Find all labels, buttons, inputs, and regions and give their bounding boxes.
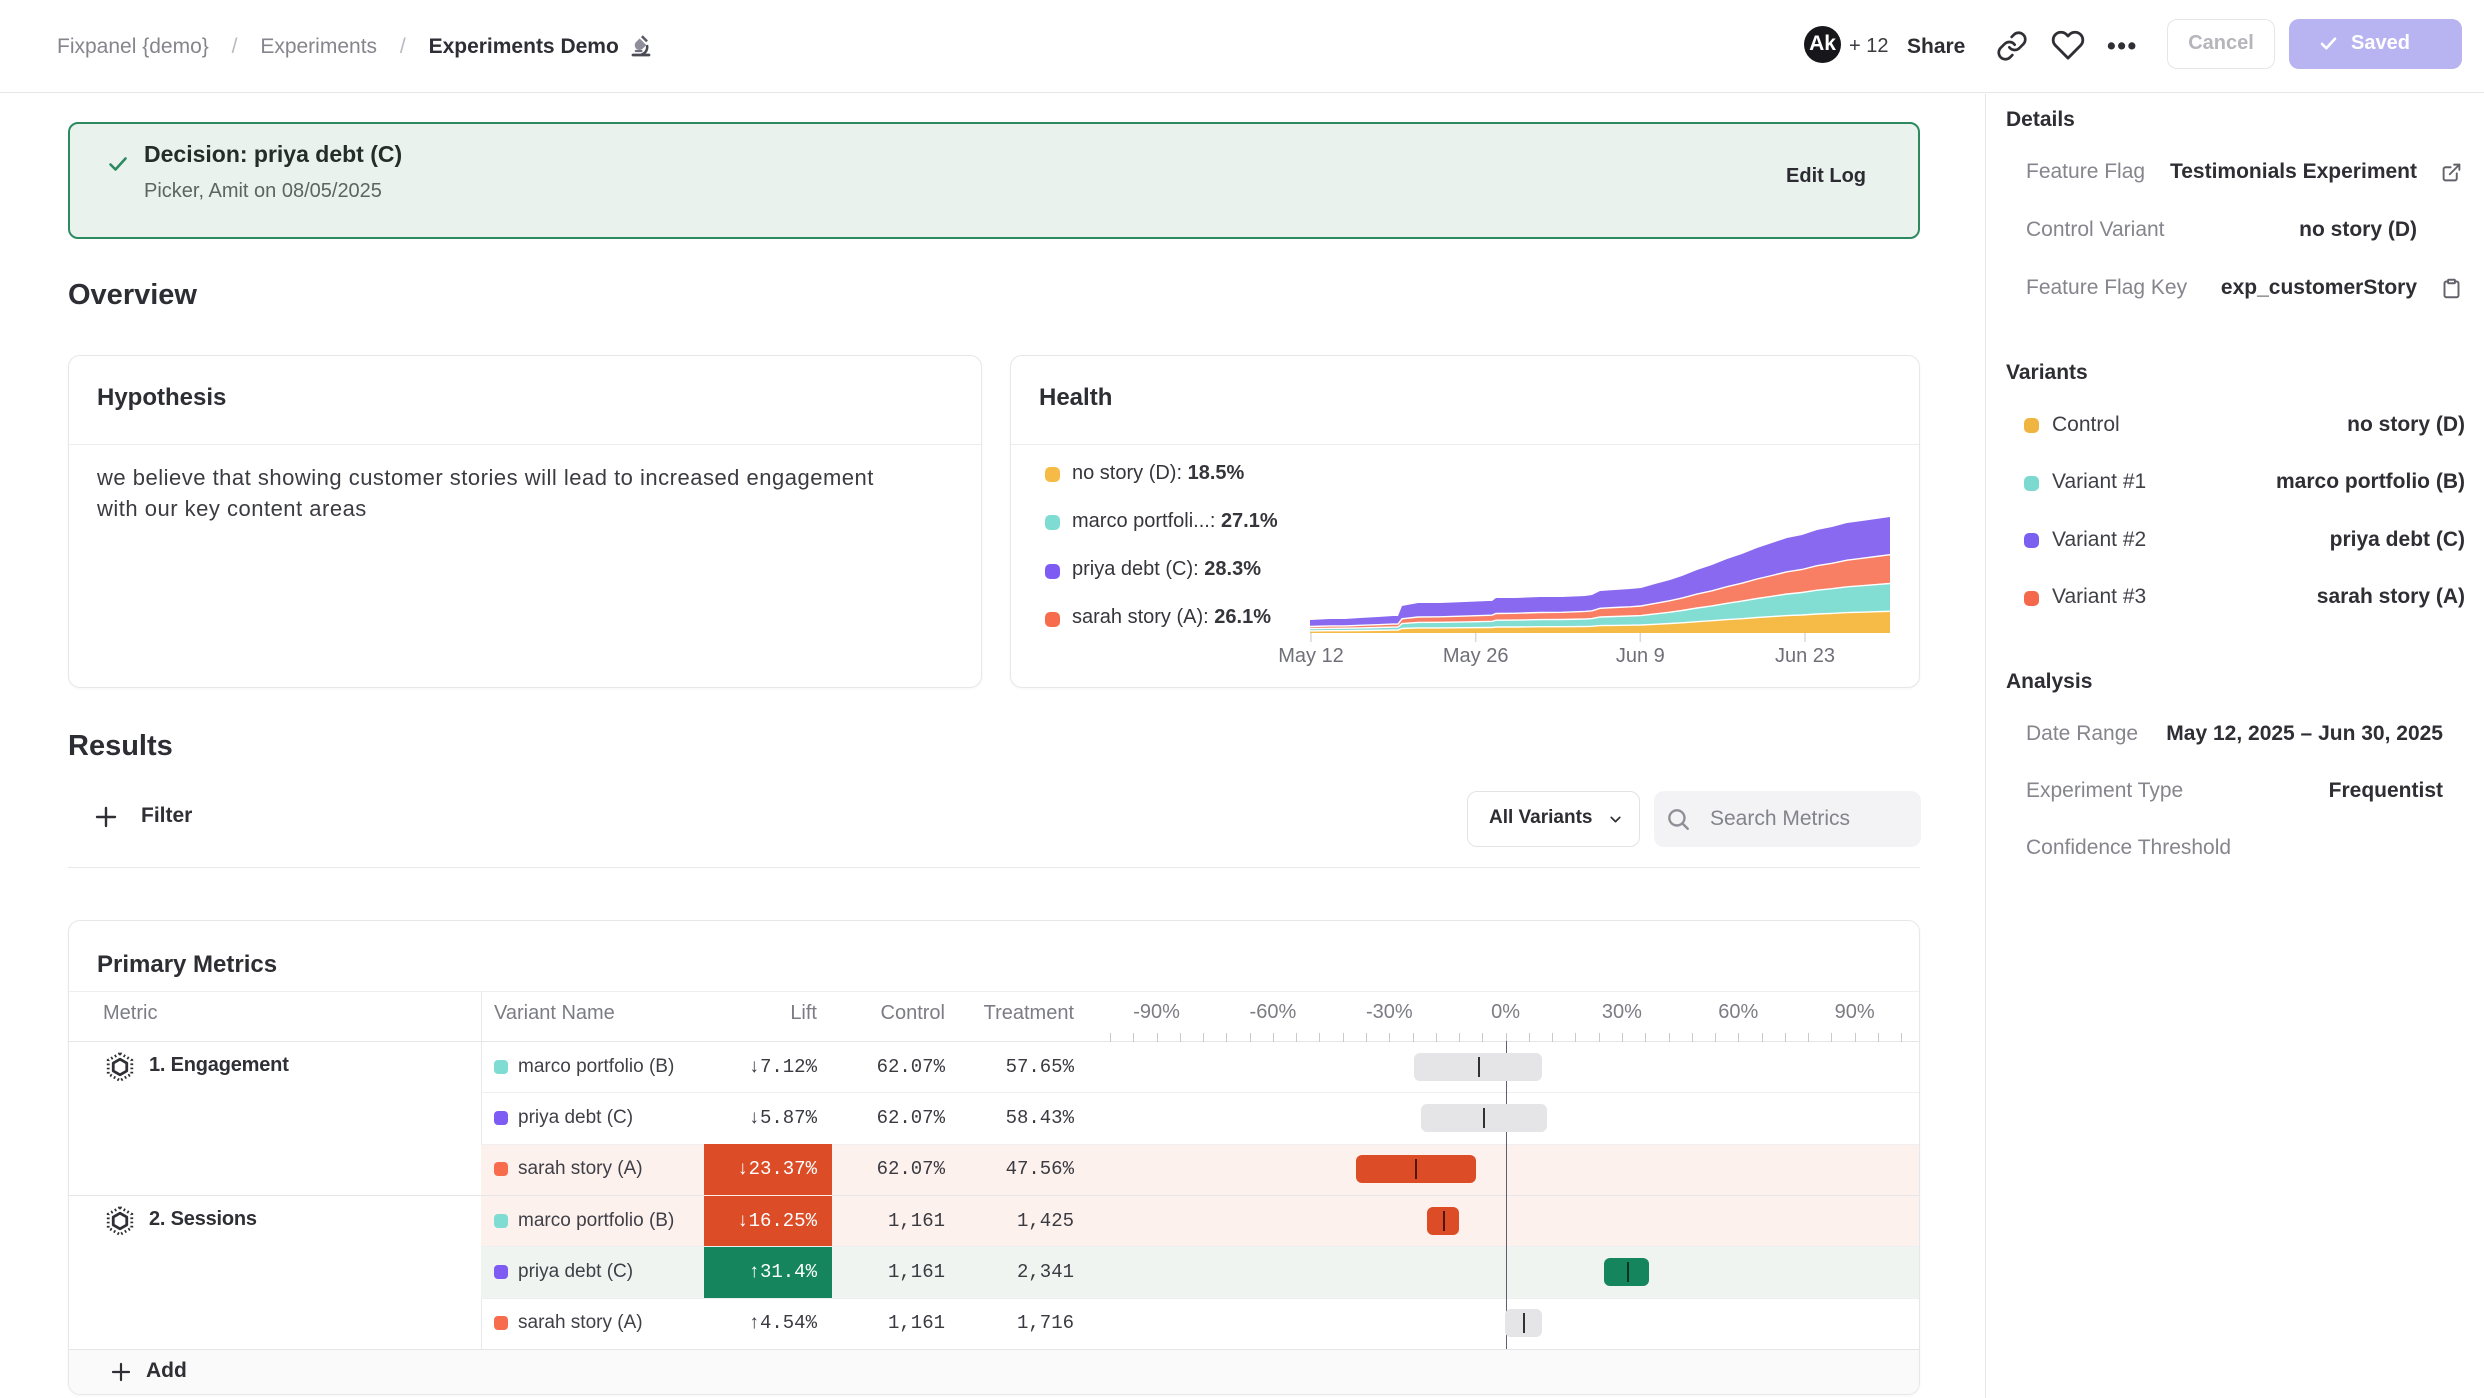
svg-text:Jun 23: Jun 23 <box>1775 645 1835 667</box>
svg-text:May 26: May 26 <box>1443 645 1509 667</box>
svg-text:May 12: May 12 <box>1278 645 1344 667</box>
svg-text:Jun 9: Jun 9 <box>1616 645 1665 667</box>
